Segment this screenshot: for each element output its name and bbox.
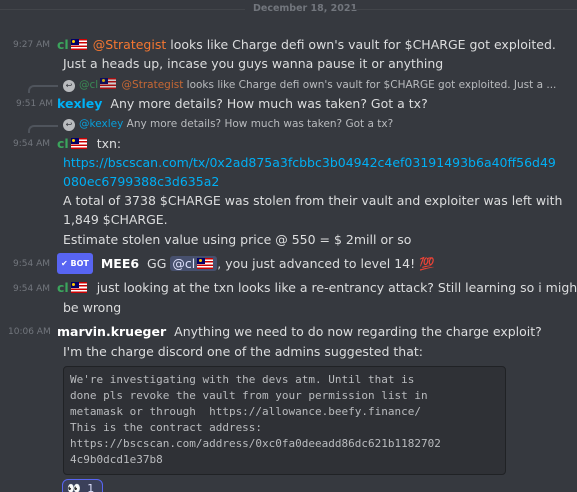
reply-connector xyxy=(28,85,58,93)
reply-preview[interactable]: ↩ @cl @Strategist looks like Charge defi … xyxy=(63,78,556,92)
bscscan-tx-link[interactable]: https://bscscan.com/tx/0x2ad875a3fcbbc3b… xyxy=(63,153,556,172)
username-mee6[interactable]: MEE6 xyxy=(101,256,139,271)
username-cl[interactable]: cl xyxy=(57,280,69,295)
hundred-points-emoji: 💯 xyxy=(419,256,435,271)
date-divider-left xyxy=(0,9,245,10)
timestamp: 9:27 AM xyxy=(13,40,50,50)
message-3: cl txn: xyxy=(57,134,121,153)
malaysia-flag-icon xyxy=(70,138,87,149)
username-marvin-krueger[interactable]: marvin.krueger xyxy=(57,324,166,339)
message-4: ✔ BOT MEE6 GG @cl, you just advanced to … xyxy=(57,253,435,274)
reaction-count: 1 xyxy=(87,482,95,492)
message-text: Anything we need to do now regarding the… xyxy=(174,324,542,339)
malaysia-flag-icon xyxy=(70,282,87,293)
timestamp: 10:06 AM xyxy=(8,327,51,337)
message-text: Any more details? How much was taken? Go… xyxy=(110,96,428,111)
message-3-line-3: 1,849 $CHARGE. xyxy=(63,212,168,227)
message-text: just looking at the txn looks like a re-… xyxy=(96,280,577,295)
message-6-line-2: I'm the charge discord one of the admins… xyxy=(63,344,423,359)
message-text: txn: xyxy=(96,136,122,151)
eyes-emoji: 👀 xyxy=(67,482,81,492)
username-cl[interactable]: cl xyxy=(57,136,69,151)
mention-strategist[interactable]: @Strategist xyxy=(93,37,167,52)
message-6: marvin.krueger Anything we need to do no… xyxy=(57,322,542,341)
date-divider-right xyxy=(348,9,577,10)
reply-author[interactable]: @kexley xyxy=(79,118,123,130)
reply-author[interactable]: @cl xyxy=(79,79,98,91)
reply-text: looks like Charge defi own's vault for $… xyxy=(183,79,557,91)
bscscan-tx-link-wrap[interactable]: 080ec6799388c3d635a2 xyxy=(63,172,219,191)
message-text: , you just advanced to level 14! xyxy=(217,256,420,271)
timestamp: 9:54 AM xyxy=(13,284,50,294)
reply-connector xyxy=(28,125,58,133)
date-divider-label: December 18, 2021 xyxy=(253,3,358,14)
message-2: kexley Any more details? How much was ta… xyxy=(57,94,428,113)
username-kexley[interactable]: kexley xyxy=(57,96,102,111)
mention-cl[interactable]: @cl xyxy=(170,256,218,271)
message-1: cl @Strategist looks like Charge defi ow… xyxy=(57,35,556,54)
message-5-line-2: be wrong xyxy=(63,300,122,315)
bot-badge: ✔ BOT xyxy=(57,253,93,274)
message-text: GG xyxy=(147,256,167,271)
code-block: We're investigating with the devs atm. U… xyxy=(63,366,506,475)
reply-mention: @Strategist xyxy=(121,79,184,91)
message-1-line-2: Just a heads up, incase you guys wanna p… xyxy=(63,56,444,71)
reaction-eyes[interactable]: 👀 1 xyxy=(62,479,103,492)
malaysia-flag-icon xyxy=(197,258,214,269)
message-3-line-4: Estimate stolen value using price @ 550 … xyxy=(63,232,412,247)
reply-arrow-icon: ↩ xyxy=(63,80,75,92)
timestamp: 9:51 AM xyxy=(16,99,53,109)
message-3-line-2: A total of 3738 $CHARGE was stolen from … xyxy=(63,193,563,208)
timestamp: 9:54 AM xyxy=(13,139,50,149)
malaysia-flag-icon xyxy=(70,39,87,50)
message-text: looks like Charge defi own's vault for $… xyxy=(166,37,556,52)
reply-text: Any more details? How much was taken? Go… xyxy=(126,118,394,130)
reply-arrow-icon: ↩ xyxy=(63,119,75,131)
timestamp: 9:54 AM xyxy=(13,259,50,269)
malaysia-flag-icon xyxy=(100,78,117,89)
reply-preview[interactable]: ↩ @kexley Any more details? How much was … xyxy=(63,118,393,131)
username-cl[interactable]: cl xyxy=(57,37,69,52)
message-5: cl just looking at the txn looks like a … xyxy=(57,278,577,297)
